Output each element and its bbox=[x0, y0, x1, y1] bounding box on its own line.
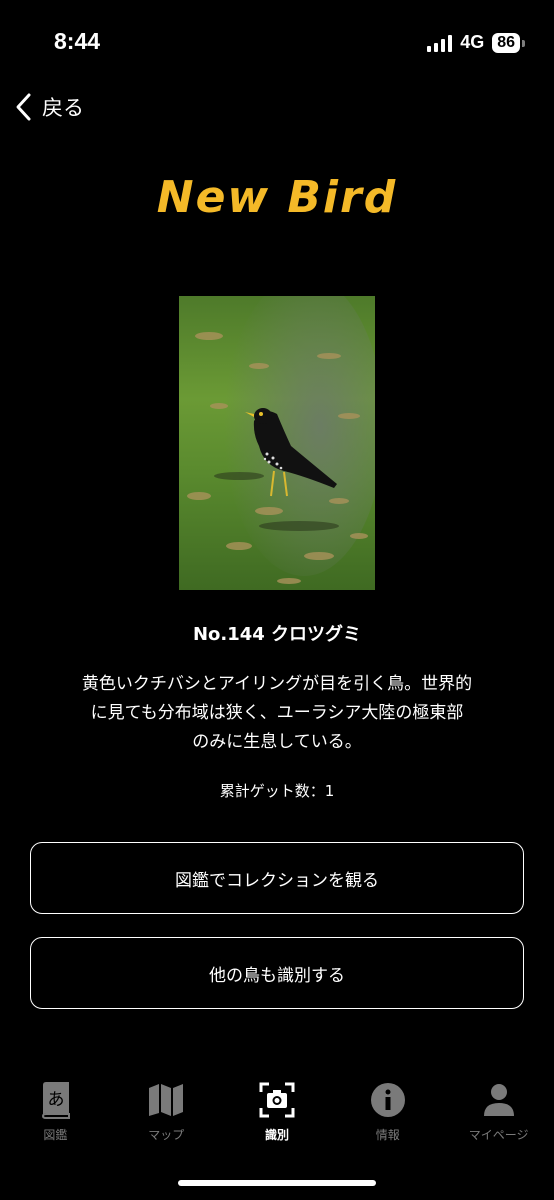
svg-text:あ: あ bbox=[48, 1090, 65, 1110]
book-icon: あ bbox=[38, 1080, 72, 1120]
tab-label-zukan: 図鑑 bbox=[43, 1128, 68, 1142]
status-right: 4G 86 bbox=[427, 32, 525, 53]
map-icon bbox=[147, 1080, 185, 1120]
tab-label-identify: 識別 bbox=[264, 1128, 289, 1142]
signal-icon bbox=[427, 34, 453, 52]
status-bar: 8:44 4G 86 bbox=[0, 0, 554, 90]
person-icon bbox=[483, 1080, 515, 1120]
tab-label-info: 情報 bbox=[375, 1128, 400, 1142]
bird-photo bbox=[179, 296, 375, 590]
info-icon bbox=[370, 1080, 406, 1120]
camera-scan-icon bbox=[259, 1080, 295, 1120]
tab-mypage[interactable]: マイページ bbox=[443, 1080, 554, 1160]
tab-bar: あ 図鑑 マップ 識別 情報 マイページ bbox=[0, 1080, 554, 1160]
back-label: 戻る bbox=[42, 96, 84, 120]
network-type: 4G bbox=[460, 32, 485, 52]
home-indicator bbox=[178, 1180, 376, 1186]
battery-icon: 86 bbox=[492, 32, 525, 53]
tab-label-mypage: マイページ bbox=[468, 1128, 529, 1142]
tab-identify[interactable]: 識別 bbox=[222, 1080, 333, 1160]
bird-name: No.144 クロツグミ bbox=[192, 624, 362, 645]
identify-other-button[interactable]: 他の鳥も識別する bbox=[30, 937, 524, 1009]
tab-info[interactable]: 情報 bbox=[332, 1080, 443, 1160]
view-collection-button[interactable]: 図鑑でコレクションを観る bbox=[30, 842, 524, 914]
chevron-left-icon bbox=[16, 93, 31, 121]
status-time: 8:44 bbox=[54, 28, 101, 54]
bird-description: 黄色いクチバシとアイリングが目を引く鳥。世界的 に見ても分布域は狭く、ユーラシア… bbox=[81, 674, 473, 752]
tab-zukan[interactable]: あ 図鑑 bbox=[0, 1080, 111, 1160]
tab-map[interactable]: マップ bbox=[111, 1080, 222, 1160]
page-title: New Bird bbox=[156, 172, 398, 223]
back-button[interactable]: 戻る bbox=[14, 92, 84, 122]
catch-count: 累計ゲット数：1 bbox=[219, 782, 335, 800]
tab-label-map: マップ bbox=[148, 1128, 185, 1142]
